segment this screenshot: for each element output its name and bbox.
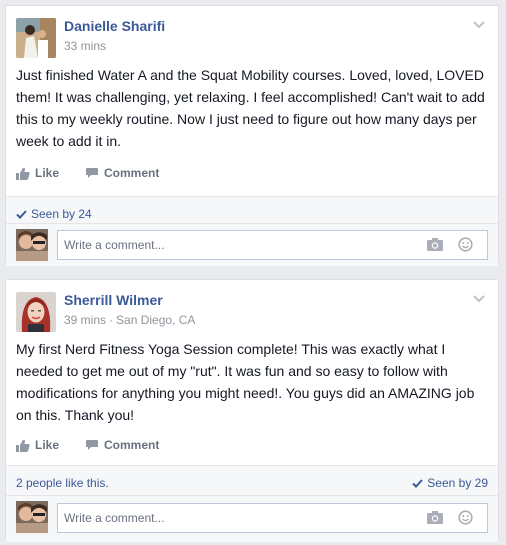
camera-icon[interactable]	[427, 238, 443, 251]
comment-bubble-icon	[86, 168, 99, 178]
author-avatar[interactable]	[16, 18, 56, 58]
post-location[interactable]: San Diego, CA	[116, 313, 195, 327]
like-label: Like	[35, 166, 60, 180]
comment-box	[57, 230, 488, 260]
author-name[interactable]: Danielle Sharifi	[64, 18, 165, 34]
camera-icon[interactable]	[427, 511, 443, 524]
post-card: Danielle Sharifi 33 mins Just finished W…	[5, 5, 499, 266]
viewer-avatar	[16, 229, 48, 261]
checkmark-icon	[16, 209, 27, 219]
author-name[interactable]: Sherrill Wilmer	[64, 292, 163, 308]
thumbs-up-icon	[16, 167, 30, 180]
post-text: My first Nerd Fitness Yoga Session compl…	[16, 341, 475, 423]
comment-input[interactable]	[64, 231, 424, 259]
like-label: Like	[35, 438, 60, 452]
post-card: Sherrill Wilmer 39 mins · San Diego, CA My…	[5, 279, 499, 542]
viewer-avatar	[16, 501, 48, 533]
post-timestamp[interactable]: 33 mins	[64, 39, 106, 53]
post-actions: Like Comment	[16, 438, 159, 452]
post-actions: Like Comment	[16, 166, 159, 180]
chevron-down-icon[interactable]	[472, 20, 486, 30]
post-meta: 39 mins · San Diego, CA	[64, 313, 195, 327]
comment-box	[57, 503, 488, 533]
post-meta: 33 mins	[64, 39, 106, 53]
post-timestamp[interactable]: 39 mins	[64, 313, 106, 327]
comment-button[interactable]: Comment	[85, 438, 159, 452]
checkmark-icon	[412, 478, 424, 488]
post-text: Just finished Water A and the Squat Mobi…	[16, 67, 485, 149]
comment-label: Comment	[104, 438, 160, 452]
meta-separator: ·	[109, 313, 114, 327]
comment-composer	[6, 495, 498, 542]
comment-button[interactable]: Comment	[85, 166, 159, 180]
comment-input[interactable]	[64, 504, 424, 532]
smiley-icon[interactable]	[458, 237, 473, 252]
author-avatar[interactable]	[16, 292, 56, 332]
comment-label: Comment	[104, 166, 160, 180]
like-button[interactable]: Like	[16, 166, 59, 180]
seen-count[interactable]: Seen by 29	[412, 476, 488, 490]
smiley-icon[interactable]	[458, 510, 473, 525]
thumbs-up-icon	[16, 439, 30, 452]
like-button[interactable]: Like	[16, 438, 59, 452]
seen-count[interactable]: Seen by 24	[16, 207, 92, 221]
likes-summary[interactable]: 2 people like this.	[16, 476, 109, 490]
chevron-down-icon[interactable]	[472, 294, 486, 304]
comment-bubble-icon	[86, 440, 99, 450]
comment-composer	[6, 223, 498, 266]
